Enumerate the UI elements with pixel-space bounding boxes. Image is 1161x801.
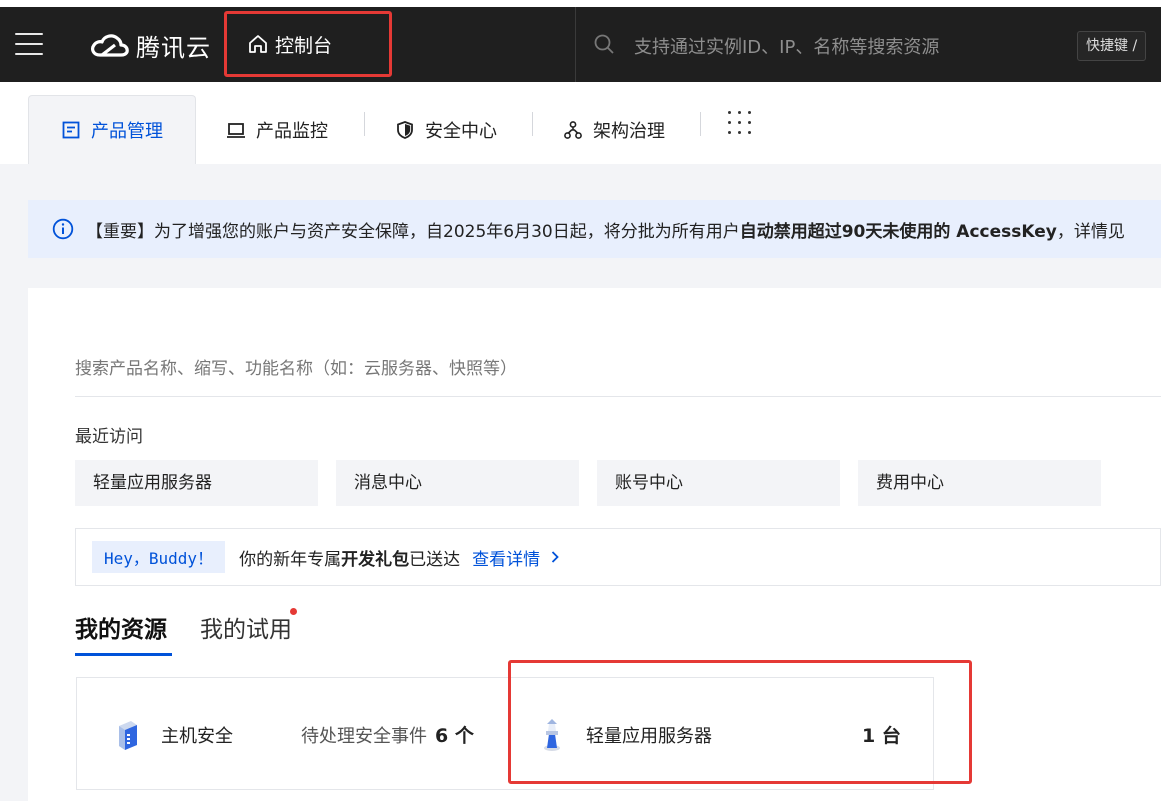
more-apps-icon[interactable] bbox=[728, 111, 752, 135]
view-details-link[interactable]: 查看详情 bbox=[472, 545, 562, 570]
notification-dot bbox=[290, 608, 297, 615]
promo-text: 你的新年专属开发礼包已送达 bbox=[239, 545, 460, 570]
product-search-placeholder: 搜索产品名称、缩写、功能名称（如：云服务器、快照等） bbox=[75, 359, 517, 379]
top-navigation-bar: 腾讯云 控制台 支持通过实例ID、IP、名称等搜索资源 快捷键 / bbox=[0, 7, 1161, 82]
tab-my-trials[interactable]: 我的试用 bbox=[200, 610, 292, 644]
search-icon bbox=[594, 34, 614, 54]
recent-visits-title: 最近访问 bbox=[75, 427, 143, 447]
architecture-icon bbox=[564, 120, 582, 139]
home-icon bbox=[249, 35, 267, 53]
tab-divider bbox=[364, 112, 365, 136]
notice-text: 【重要】为了增强您的账户与资产安全保障，自2025年6月30日起，将分批为所有用… bbox=[86, 217, 1125, 242]
tab-divider bbox=[700, 112, 701, 136]
promo-text-before: 你的新年专属 bbox=[239, 549, 342, 570]
notice-prefix: 【重要】为了增强您的账户与资产安全保障，自2025年6月30日起，将分批为所有用… bbox=[86, 221, 740, 242]
top-white-strip bbox=[0, 0, 1161, 7]
tab-security-center[interactable]: 安全中心 bbox=[395, 95, 497, 164]
resource-search-input[interactable]: 支持通过实例ID、IP、名称等搜索资源 bbox=[634, 33, 939, 59]
tab-product-monitoring[interactable]: 产品监控 bbox=[226, 95, 328, 164]
highlight-box bbox=[508, 660, 972, 784]
resource-detail: 待处理安全事件 bbox=[301, 725, 427, 747]
tab-label: 产品管理 bbox=[91, 121, 163, 142]
monitor-icon bbox=[227, 122, 245, 138]
product-search-field[interactable]: 搜索产品名称、缩写、功能名称（如：云服务器、快照等） bbox=[75, 342, 1161, 397]
promo-badge: Hey，Buddy！ bbox=[92, 541, 226, 573]
tab-my-resources[interactable]: 我的资源 bbox=[75, 610, 167, 644]
view-details-label: 查看详情 bbox=[472, 549, 541, 570]
resource-pending-events[interactable]: 待处理安全事件 6 个 bbox=[301, 678, 474, 791]
promo-text-bold: 开发礼包 bbox=[341, 549, 410, 570]
product-tab-bar: 产品管理 产品监控 安全中心 架构治理 bbox=[0, 82, 1161, 164]
topbar-divider bbox=[575, 7, 576, 82]
notice-bold-text: 自动禁用超过90天未使用的 AccessKey bbox=[739, 221, 1057, 242]
tab-label: 安全中心 bbox=[425, 120, 497, 142]
cloud-logo-icon bbox=[91, 34, 129, 57]
resource-name: 主机安全 bbox=[161, 725, 233, 747]
info-icon bbox=[52, 218, 74, 240]
gift-promo-banner: Hey，Buddy！ 你的新年专属开发礼包已送达 查看详情 bbox=[75, 528, 1161, 586]
tab-product-management[interactable]: 产品管理 bbox=[28, 95, 196, 164]
security-notice-banner: 【重要】为了增强您的账户与资产安全保障，自2025年6月30日起，将分批为所有用… bbox=[28, 200, 1161, 258]
brand-name: 腾讯云 bbox=[136, 33, 211, 62]
menu-icon[interactable] bbox=[15, 33, 43, 55]
recent-item[interactable]: 账号中心 bbox=[597, 460, 840, 506]
resource-host-security[interactable]: 主机安全 bbox=[113, 678, 233, 791]
shortcut-button[interactable]: 快捷键 / bbox=[1077, 31, 1147, 61]
active-tab-underline bbox=[75, 653, 172, 656]
tab-label: 产品监控 bbox=[256, 120, 328, 142]
resource-count: 6 个 bbox=[435, 725, 474, 747]
tab-divider bbox=[532, 112, 533, 136]
tab-architecture-governance[interactable]: 架构治理 bbox=[563, 95, 665, 164]
chevron-right-icon bbox=[551, 551, 559, 563]
console-home-link[interactable]: 控制台 bbox=[224, 11, 392, 77]
recent-item[interactable]: 消息中心 bbox=[336, 460, 579, 506]
tencent-cloud-logo[interactable]: 腾讯云 bbox=[88, 29, 211, 62]
host-security-icon bbox=[119, 720, 137, 750]
tab-label: 架构治理 bbox=[593, 120, 665, 142]
shield-icon bbox=[397, 120, 413, 139]
recent-item[interactable]: 费用中心 bbox=[858, 460, 1101, 506]
notice-suffix: ，详情见 bbox=[1056, 221, 1125, 242]
console-label: 控制台 bbox=[275, 34, 333, 57]
recent-item[interactable]: 轻量应用服务器 bbox=[75, 460, 318, 506]
document-icon bbox=[62, 121, 80, 139]
promo-text-after: 已送达 bbox=[409, 549, 461, 570]
